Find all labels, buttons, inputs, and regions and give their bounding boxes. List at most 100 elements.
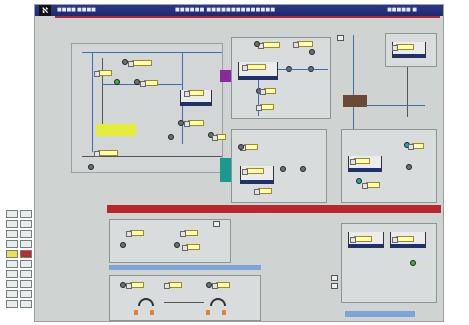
pipe (407, 67, 408, 117)
title-bar: ℵ ■■■■ ■■■■ ■■■■■■ ■■■■■■■■■■■■■■ ■■■■■ … (35, 5, 443, 16)
scada-window: ℵ ■■■■ ■■■■ ■■■■■■ ■■■■■■■■■■■■■■ ■■■■■ … (34, 4, 444, 322)
pipe (365, 105, 425, 106)
valve-icon[interactable] (150, 310, 154, 315)
tool-button[interactable] (20, 300, 32, 308)
pump-icon[interactable] (406, 164, 412, 170)
footer-bar (345, 311, 415, 317)
value-label (184, 90, 204, 97)
pump-icon[interactable] (88, 164, 94, 170)
tool-button[interactable] (6, 210, 18, 218)
value-label (260, 88, 276, 95)
value-label (392, 236, 414, 243)
bottom-gauge-panel (109, 275, 261, 321)
pipe (164, 302, 204, 303)
alarm-line-top (55, 16, 440, 18)
pump-icon[interactable] (309, 49, 315, 55)
pump-icon[interactable] (114, 79, 120, 85)
menu-item-file[interactable]: ■■■■ (57, 5, 76, 16)
tool-button-active[interactable] (6, 250, 18, 258)
value-label (128, 60, 152, 67)
left-process-panel (71, 43, 246, 182)
tool-button[interactable] (20, 260, 32, 268)
value-label (408, 143, 424, 150)
pump-icon[interactable] (122, 59, 128, 65)
value-label (94, 70, 112, 77)
value-label (256, 104, 274, 111)
pump-icon[interactable] (254, 41, 260, 47)
value-label (392, 44, 414, 51)
value-label (240, 144, 258, 151)
pipe (82, 156, 222, 157)
value-label (126, 230, 144, 237)
value-label (182, 244, 200, 251)
value-label (242, 168, 264, 175)
tool-palette (6, 210, 34, 314)
tool-button[interactable] (20, 280, 32, 288)
gauge-icon (138, 298, 154, 306)
tool-button[interactable] (6, 280, 18, 288)
top-right-panel (385, 33, 437, 67)
value-label (94, 150, 118, 157)
pump-icon[interactable] (174, 242, 180, 248)
pipe (92, 52, 93, 152)
gauge-icon (210, 298, 226, 306)
menu-item-view[interactable]: ■■■■ (77, 5, 96, 16)
yellow-tank-block[interactable] (96, 124, 136, 136)
value-label (126, 282, 144, 289)
valve-icon[interactable] (134, 310, 138, 315)
tool-button-alarm[interactable] (20, 250, 32, 258)
tool-button[interactable] (20, 230, 32, 238)
tool-button[interactable] (6, 260, 18, 268)
alarm-bar (107, 205, 441, 213)
tool-button[interactable] (20, 210, 32, 218)
pipe (102, 58, 103, 128)
pump-icon[interactable] (120, 282, 126, 288)
value-label (258, 42, 280, 49)
value-label (164, 282, 182, 289)
info-bar (109, 265, 261, 270)
value-label (350, 236, 372, 243)
pump-icon[interactable] (168, 134, 174, 140)
tag-box (337, 35, 344, 41)
tool-button[interactable] (6, 240, 18, 248)
value-label (140, 80, 158, 87)
reactor-panel-2 (231, 129, 327, 203)
logo-icon: ℵ (39, 5, 51, 16)
tag-box (331, 275, 338, 281)
pump-icon[interactable] (280, 166, 286, 172)
reactor-panel-1 (231, 37, 331, 119)
value-label (212, 282, 230, 289)
pump-icon[interactable] (120, 242, 126, 248)
pump-icon[interactable] (410, 260, 416, 266)
valve-icon[interactable] (206, 310, 210, 315)
tool-button[interactable] (6, 220, 18, 228)
tool-button[interactable] (6, 230, 18, 238)
tool-button[interactable] (6, 300, 18, 308)
reactor-panel-3 (341, 129, 437, 203)
valve-icon[interactable] (222, 310, 226, 315)
tool-button[interactable] (20, 220, 32, 228)
tag-box (331, 283, 338, 289)
value-label (184, 120, 204, 127)
value-label (254, 188, 272, 195)
value-label (212, 134, 226, 141)
pipe (82, 52, 222, 53)
tool-button[interactable] (20, 240, 32, 248)
window-title: ■■■■■■ ■■■■■■■■■■■■■■ (175, 7, 276, 13)
tool-button[interactable] (20, 290, 32, 298)
tool-button[interactable] (6, 270, 18, 278)
pipe (278, 69, 328, 70)
value-label (350, 158, 370, 165)
value-label (180, 230, 198, 237)
value-label (242, 64, 266, 71)
lower-right-panel (341, 223, 437, 303)
value-label (362, 182, 380, 189)
value-label (293, 41, 313, 48)
tag-box (213, 221, 220, 227)
tool-button[interactable] (6, 290, 18, 298)
pump-icon[interactable] (300, 166, 306, 172)
tool-button[interactable] (20, 270, 32, 278)
brown-block[interactable] (343, 95, 367, 107)
pump-icon[interactable] (238, 144, 244, 150)
status-readout: ■■■■■ ■ (387, 7, 417, 13)
